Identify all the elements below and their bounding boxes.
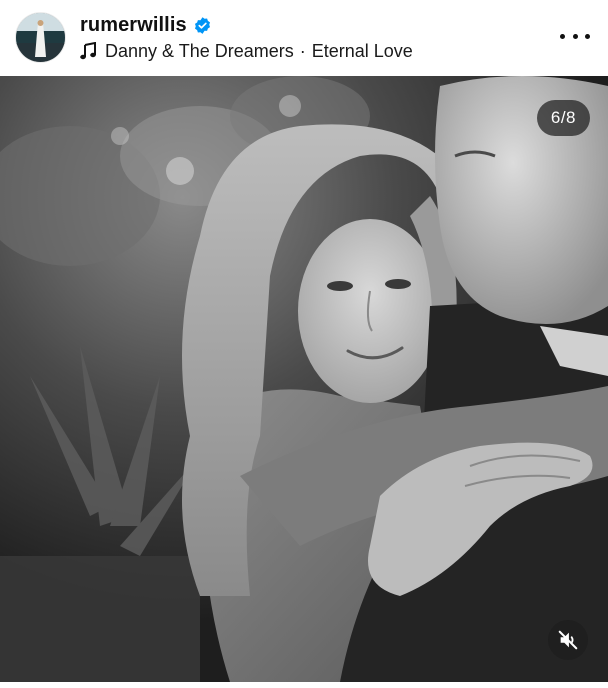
username[interactable]: rumerwillis (80, 14, 187, 37)
more-dot (572, 33, 578, 39)
more-options-button[interactable] (560, 24, 590, 48)
post-photo[interactable] (0, 76, 608, 682)
media-counter: 6/8 (536, 100, 590, 136)
post-header: rumerwillis Danny & The Dreamers · Etern… (0, 0, 608, 76)
username-row: rumerwillis (80, 12, 212, 38)
music-artist: Danny & The Dreamers (105, 40, 294, 61)
music-separator: · (299, 40, 306, 61)
avatar[interactable] (16, 13, 65, 62)
verified-badge-icon (193, 16, 212, 35)
more-dot (585, 33, 590, 39)
music-attribution[interactable]: Danny & The Dreamers · Eternal Love (80, 39, 413, 63)
mute-toggle-button[interactable] (548, 620, 588, 660)
avatar-image (16, 13, 65, 62)
music-note-icon (80, 41, 96, 60)
photo-image (0, 76, 608, 682)
more-dot (560, 33, 565, 39)
bottom-divider (0, 682, 608, 688)
instagram-post: rumerwillis Danny & The Dreamers · Etern… (0, 0, 608, 688)
music-track: Eternal Love (311, 40, 413, 61)
muted-speaker-icon (558, 630, 578, 650)
